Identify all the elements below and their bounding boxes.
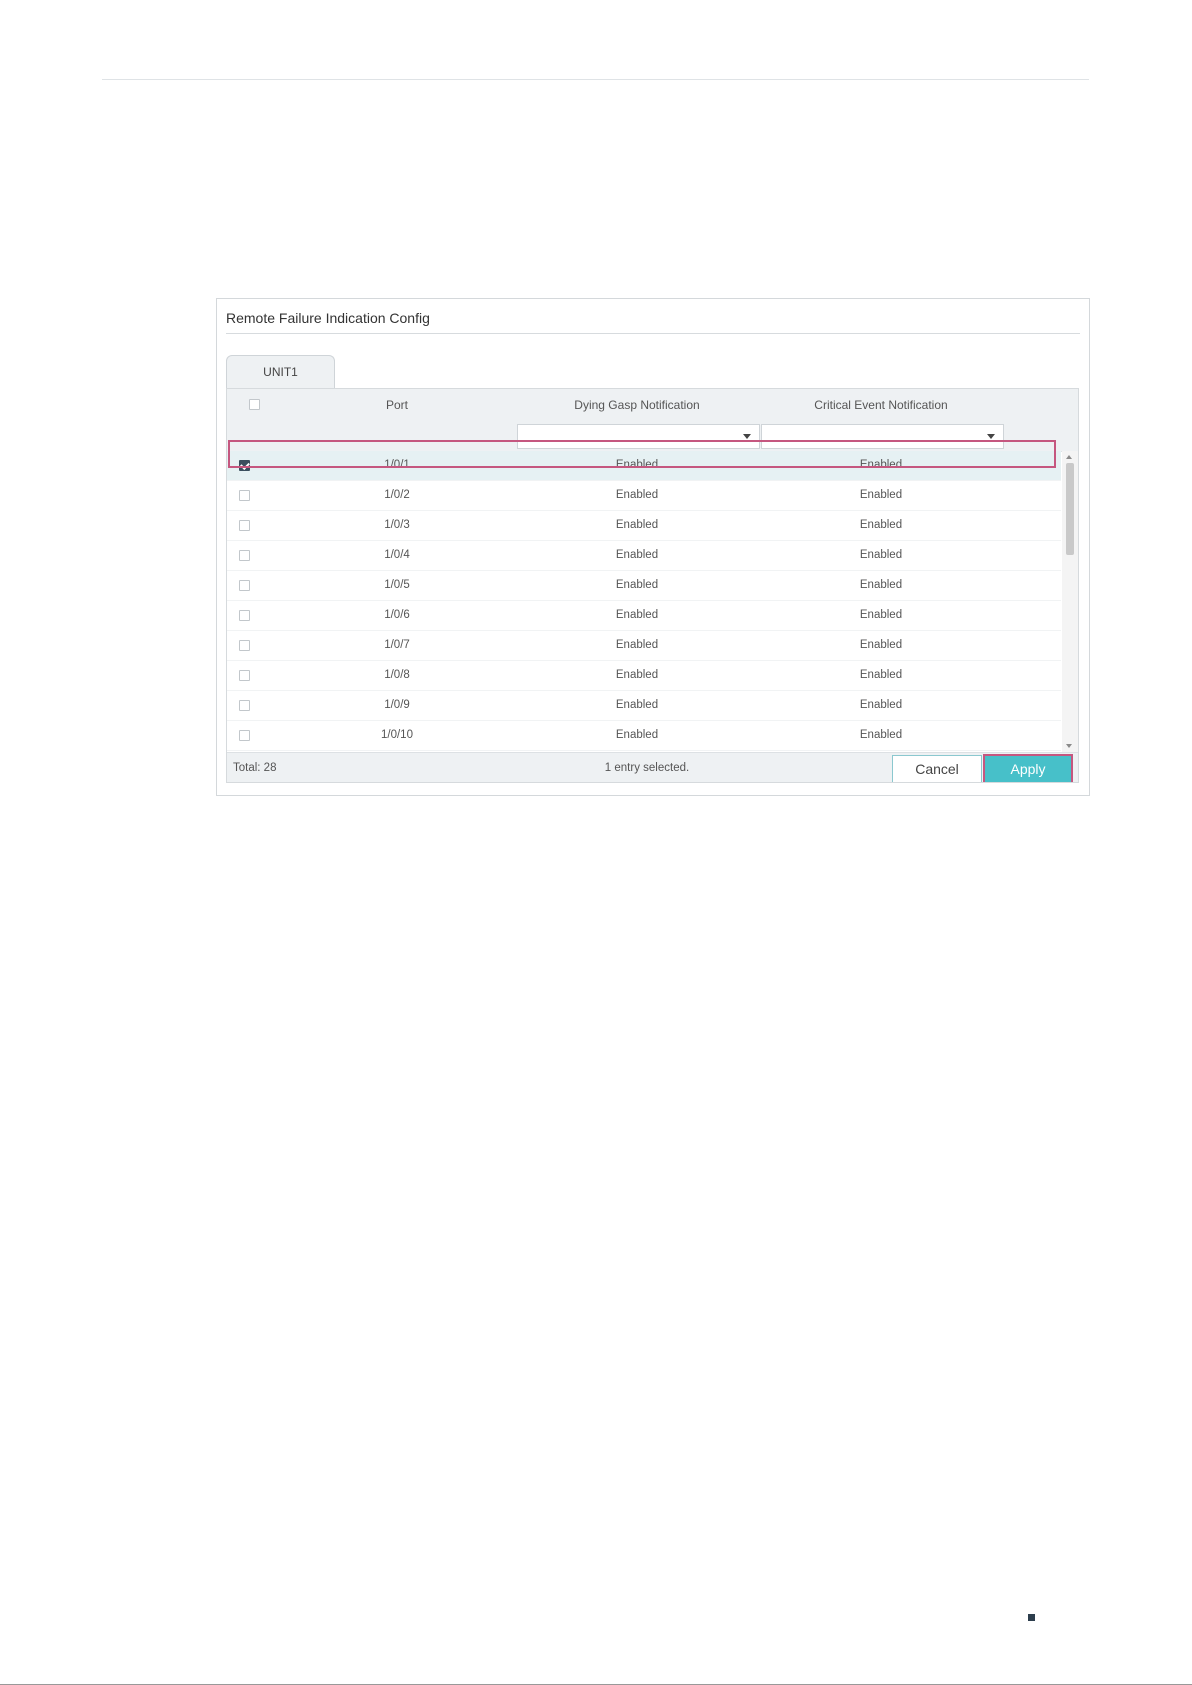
dying-gasp-filter-select[interactable] <box>517 424 760 449</box>
table-filter-row <box>227 421 1078 452</box>
dying-gasp-cell: Enabled <box>615 609 659 621</box>
row-checkbox[interactable] <box>239 550 250 561</box>
critical-event-cell: Enabled <box>859 579 903 591</box>
dying-gasp-cell: Enabled <box>615 579 659 591</box>
port-cell: 1/0/5 <box>384 579 410 591</box>
scroll-up-icon[interactable] <box>1066 455 1072 459</box>
dying-gasp-cell: Enabled <box>615 549 659 561</box>
table-row[interactable]: 1/0/10 Enabled Enabled <box>227 721 1061 751</box>
port-cell: 1/0/8 <box>384 669 410 681</box>
row-checkbox[interactable] <box>239 700 250 711</box>
dying-gasp-cell: Enabled <box>615 639 659 651</box>
row-checkbox[interactable] <box>239 460 250 471</box>
critical-event-cell: Enabled <box>859 549 903 561</box>
page-marker-square <box>1028 1614 1035 1621</box>
panel-title: Remote Failure Indication Config <box>226 310 430 326</box>
dying-gasp-cell: Enabled <box>615 699 659 711</box>
critical-event-cell: Enabled <box>859 609 903 621</box>
panel-divider <box>226 333 1080 334</box>
row-checkbox[interactable] <box>239 520 250 531</box>
cancel-button[interactable]: Cancel <box>892 755 982 782</box>
table-header: Port Dying Gasp Notification Critical Ev… <box>227 389 1078 422</box>
port-column-header: Port <box>385 398 408 412</box>
critical-event-cell: Enabled <box>859 729 903 741</box>
row-checkbox[interactable] <box>239 490 250 501</box>
row-checkbox[interactable] <box>239 730 250 741</box>
scrollbar-thumb[interactable] <box>1066 463 1074 555</box>
critical-event-column-header: Critical Event Notification <box>814 398 948 412</box>
page-top-rule <box>102 79 1089 80</box>
critical-event-cell: Enabled <box>859 489 903 501</box>
critical-event-cell: Enabled <box>859 699 903 711</box>
critical-event-filter-select[interactable] <box>761 424 1004 449</box>
row-checkbox[interactable] <box>239 640 250 651</box>
port-cell: 1/0/9 <box>384 699 410 711</box>
critical-event-cell: Enabled <box>859 639 903 651</box>
dying-gasp-column-header: Dying Gasp Notification <box>574 398 700 412</box>
row-checkbox[interactable] <box>239 670 250 681</box>
table-body: 1/0/1 Enabled Enabled 1/0/2 Enabled Enab… <box>227 451 1061 752</box>
table-row[interactable]: 1/0/6 Enabled Enabled <box>227 601 1061 631</box>
apply-button[interactable]: Apply <box>983 754 1073 782</box>
selected-count: 1 entry selected. <box>604 762 690 774</box>
chevron-down-icon <box>987 434 995 439</box>
chevron-down-icon <box>743 434 751 439</box>
table-row[interactable]: 1/0/3 Enabled Enabled <box>227 511 1061 541</box>
dying-gasp-cell: Enabled <box>615 489 659 501</box>
port-cell: 1/0/6 <box>384 609 410 621</box>
port-table: Port Dying Gasp Notification Critical Ev… <box>226 388 1079 783</box>
table-scrollbar[interactable] <box>1062 451 1078 752</box>
tab-unit1[interactable]: UNIT1 <box>226 355 335 388</box>
table-row[interactable]: 1/0/8 Enabled Enabled <box>227 661 1061 691</box>
row-checkbox[interactable] <box>239 610 250 621</box>
dying-gasp-cell: Enabled <box>615 459 659 471</box>
table-footer: Total: 28 1 entry selected. Cancel Apply <box>227 752 1078 782</box>
critical-event-cell: Enabled <box>859 669 903 681</box>
table-row[interactable]: 1/0/1 Enabled Enabled <box>227 451 1061 481</box>
port-cell: 1/0/1 <box>384 459 410 471</box>
table-row[interactable]: 1/0/9 Enabled Enabled <box>227 691 1061 721</box>
critical-event-cell: Enabled <box>859 519 903 531</box>
dying-gasp-cell: Enabled <box>615 519 659 531</box>
table-row[interactable]: 1/0/7 Enabled Enabled <box>227 631 1061 661</box>
port-cell: 1/0/3 <box>384 519 410 531</box>
table-row[interactable]: 1/0/5 Enabled Enabled <box>227 571 1061 601</box>
row-checkbox[interactable] <box>239 580 250 591</box>
port-cell: 1/0/7 <box>384 639 410 651</box>
table-row[interactable]: 1/0/4 Enabled Enabled <box>227 541 1061 571</box>
dying-gasp-cell: Enabled <box>615 669 659 681</box>
total-count: Total: 28 <box>233 762 277 774</box>
table-row[interactable]: 1/0/2 Enabled Enabled <box>227 481 1061 511</box>
critical-event-cell: Enabled <box>859 459 903 471</box>
port-cell: 1/0/2 <box>384 489 410 501</box>
scroll-down-icon[interactable] <box>1066 744 1072 748</box>
port-cell: 1/0/4 <box>384 549 410 561</box>
select-all-checkbox[interactable] <box>249 399 260 410</box>
remote-failure-indication-panel: Remote Failure Indication Config UNIT1 P… <box>216 298 1090 796</box>
dying-gasp-cell: Enabled <box>615 729 659 741</box>
port-cell: 1/0/10 <box>381 729 413 741</box>
